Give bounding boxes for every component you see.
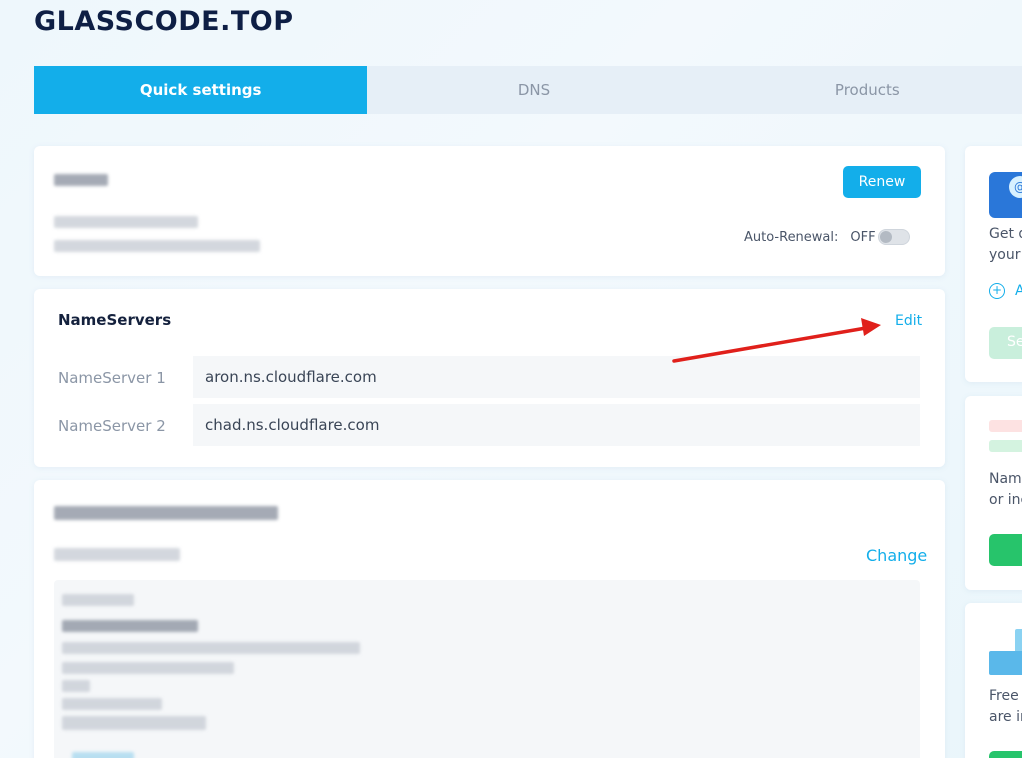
auto-renewal-label: Auto-Renewal: — [744, 229, 839, 245]
sidebar-free-text-2: are in — [989, 709, 1022, 725]
lock-icon — [989, 440, 1022, 452]
sidebar-free-card: Free c are in — [965, 603, 1022, 758]
redacted-heading — [54, 506, 278, 520]
auto-renewal-toggle[interactable] — [877, 229, 910, 245]
redacted-text — [54, 548, 180, 561]
renewal-card: Renew Auto-Renewal: OFF — [34, 146, 945, 276]
redacted-text — [62, 620, 198, 632]
redacted-text — [54, 240, 260, 252]
sidebar-ssl-card: Name or inc — [965, 396, 1022, 590]
sidebar-email-link[interactable]: A — [1015, 283, 1022, 299]
nameservers-card: NameServers Edit NameServer 1 aron.ns.cl… — [34, 289, 945, 467]
tab-products[interactable]: Products — [701, 66, 1022, 114]
tab-bar: Quick settings DNS Products — [34, 66, 1022, 114]
sidebar-free-text-1: Free c — [989, 688, 1022, 704]
nameservers-title: NameServers — [58, 311, 172, 329]
toggle-knob — [879, 231, 892, 243]
sidebar-ssl-text-1: Name — [989, 471, 1022, 487]
redacted-text — [62, 642, 360, 654]
sidebar-ssl-text-2: or inc — [989, 492, 1022, 508]
nameserver-2-value: chad.ns.cloudflare.com — [193, 404, 920, 446]
redacted-text — [62, 716, 206, 730]
mail-illustration-icon — [989, 629, 1022, 677]
auto-renewal-state: OFF — [850, 229, 876, 245]
redacted-text — [62, 594, 134, 606]
contact-details-box — [54, 580, 920, 758]
contact-card: Change — [34, 480, 945, 758]
tab-quick-settings[interactable]: Quick settings — [34, 66, 368, 114]
email-envelope-icon: @ — [989, 172, 1022, 218]
add-circle-icon[interactable]: + — [989, 283, 1005, 299]
renew-button[interactable]: Renew — [843, 166, 921, 198]
sidebar-ssl-button[interactable] — [989, 534, 1022, 566]
redacted-text — [62, 698, 162, 710]
warning-badge — [989, 420, 1022, 432]
sidebar-email-text-2: your l — [989, 247, 1022, 263]
sidebar-email-card: @ Get d your l + A Se — [965, 146, 1022, 382]
redacted-text — [62, 680, 90, 692]
redacted-image — [72, 752, 134, 758]
redacted-heading — [54, 174, 108, 186]
domain-title: GLASSCODE.TOP — [34, 6, 294, 37]
sidebar-free-button[interactable] — [989, 751, 1022, 758]
tab-dns[interactable]: DNS — [367, 66, 700, 114]
sidebar-email-button[interactable]: Se — [989, 327, 1022, 359]
redacted-text — [62, 662, 234, 674]
change-contact-link[interactable]: Change — [866, 546, 927, 565]
nameserver-2-label: NameServer 2 — [58, 417, 166, 435]
nameservers-edit-link[interactable]: Edit — [895, 313, 922, 329]
sidebar-email-text-1: Get d — [989, 226, 1022, 242]
nameserver-1-label: NameServer 1 — [58, 369, 166, 387]
auto-renewal: Auto-Renewal: OFF — [744, 229, 910, 245]
redacted-text — [54, 216, 198, 228]
nameserver-1-value: aron.ns.cloudflare.com — [193, 356, 920, 398]
